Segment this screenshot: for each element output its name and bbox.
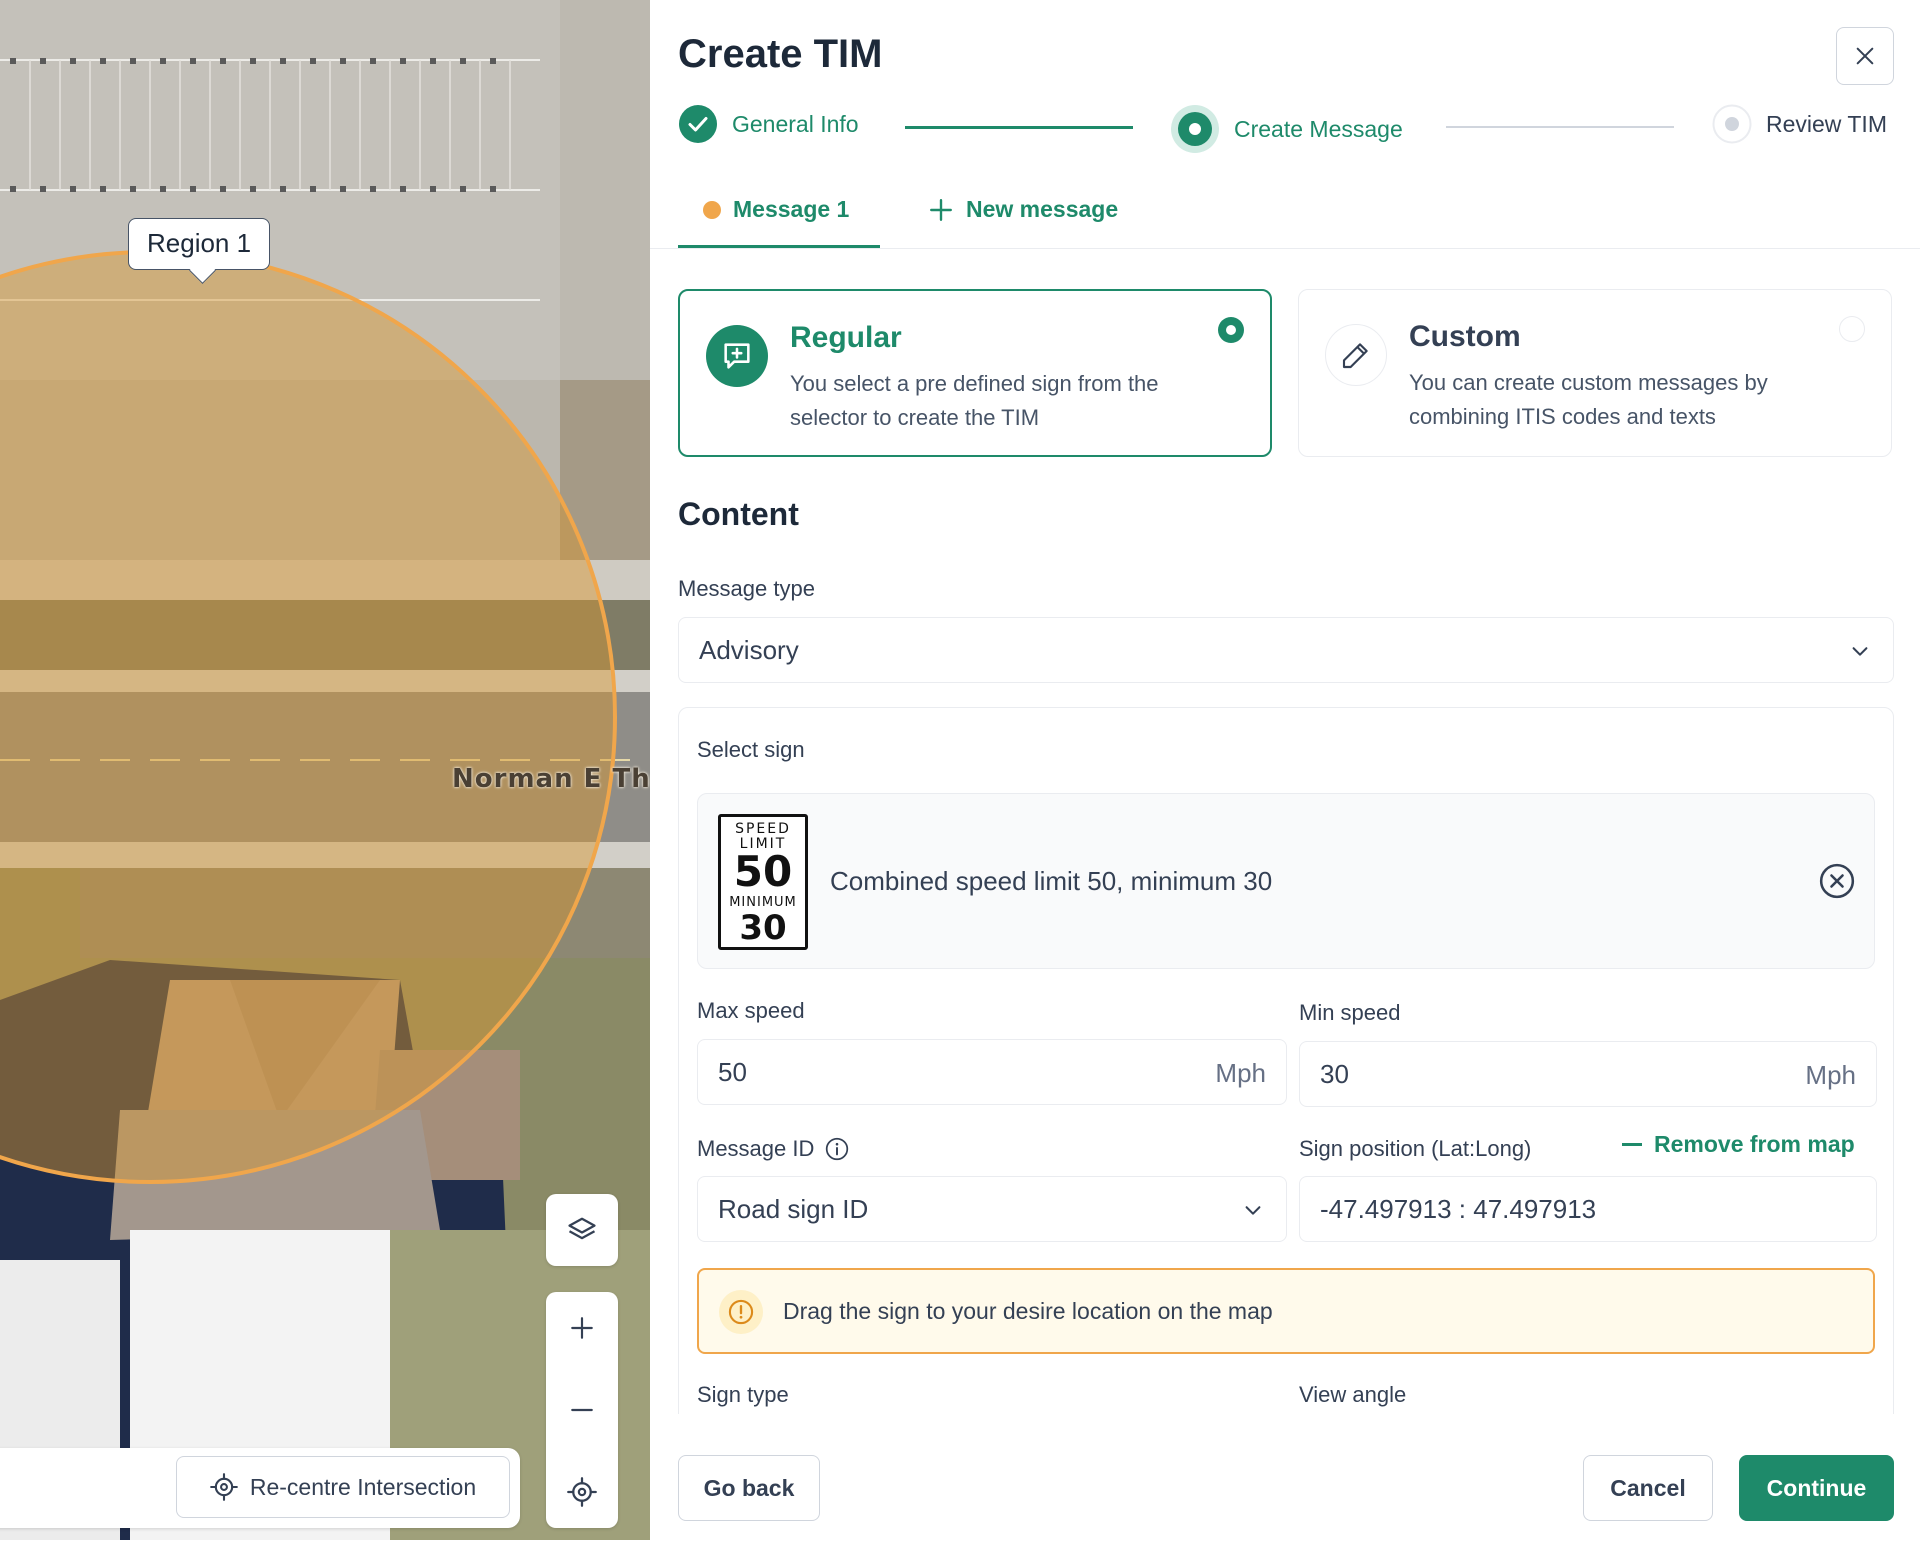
current-step-icon (1171, 105, 1219, 153)
panel-footer (650, 1414, 1920, 1561)
zoom-controls (546, 1292, 618, 1528)
street-label: Norman E Tha (452, 764, 650, 794)
speed-limit-sign-image: SPEED LIMIT 50 MINIMUM 30 (718, 814, 808, 950)
recentre-label: Re-centre Intersection (249, 1473, 477, 1500)
step-label: General Info (732, 110, 859, 137)
min-speed-input[interactable]: 30 Mph (1299, 1041, 1877, 1107)
layers-button[interactable] (546, 1194, 618, 1266)
tab-new-message[interactable]: New message (928, 196, 1118, 223)
upcoming-step-icon (1712, 104, 1752, 144)
clear-circle-icon[interactable] (1818, 862, 1856, 900)
max-speed-input[interactable]: 50 Mph (697, 1039, 1287, 1105)
active-tab-indicator (678, 245, 880, 248)
info-icon[interactable] (824, 1136, 850, 1162)
message-kind-custom-card[interactable]: Custom You can create custom messages by… (1298, 289, 1892, 457)
radio-unselected[interactable] (1839, 316, 1865, 342)
close-icon (1856, 47, 1874, 65)
card-description: You select a pre defined sign from the s… (790, 371, 1159, 430)
sign-text-speed: SPEED (735, 821, 791, 837)
message-id-select[interactable]: Road sign ID (697, 1176, 1287, 1242)
plus-icon (571, 1317, 593, 1339)
step-review-tim[interactable]: Review TIM (1712, 104, 1887, 144)
input-value: -47.497913 : 47.497913 (1320, 1193, 1597, 1224)
layers-icon (568, 1217, 596, 1240)
cancel-button[interactable]: Cancel (1583, 1455, 1713, 1521)
select-sign-label: Select sign (697, 737, 805, 762)
message-type-select[interactable]: Advisory (678, 617, 1894, 683)
check-circle-icon (679, 105, 717, 143)
step-general-info[interactable]: General Info (678, 104, 859, 144)
drag-sign-alert: Drag the sign to your desire location on… (697, 1268, 1875, 1354)
create-tim-panel: Create TIM General Info Create Message R… (650, 0, 1920, 1561)
alert-icon-wrap (719, 1290, 763, 1334)
sign-type-label: Sign type (697, 1382, 789, 1407)
minus-icon (571, 1408, 593, 1412)
input-value: 30 (1320, 1058, 1349, 1089)
recentre-intersection-button[interactable]: Re-centre Intersection (176, 1456, 510, 1518)
unit-suffix: Mph (1805, 1060, 1856, 1090)
step-create-message[interactable]: Create Message (1170, 104, 1403, 154)
chevron-down-icon (1245, 1206, 1261, 1215)
sign-text-max: 50 (733, 847, 793, 896)
go-back-button[interactable]: Go back (678, 1455, 820, 1521)
message-type-label: Message type (678, 576, 815, 601)
page-title: Create TIM (678, 32, 883, 76)
remove-label: Remove from map (1654, 1131, 1855, 1157)
step-connector (1446, 126, 1674, 128)
view-angle-label: View angle (1299, 1382, 1407, 1407)
step-label: Review TIM (1766, 110, 1887, 137)
unit-suffix: Mph (1215, 1058, 1266, 1088)
card-icon-wrap (1325, 324, 1387, 386)
message-plus-icon (724, 343, 750, 369)
zoom-in-button[interactable] (546, 1292, 618, 1364)
step-connector (905, 126, 1133, 129)
plus-icon (930, 198, 952, 221)
warning-circle-icon (728, 1299, 754, 1325)
pencil-icon (1342, 343, 1368, 369)
map-view[interactable]: Region 1 Norman E Tha Re-centre Intersec… (0, 0, 650, 1561)
radio-selected[interactable] (1218, 317, 1244, 343)
message-kind-regular-card[interactable]: Regular You select a pre defined sign fr… (678, 289, 1272, 457)
sign-position-label: Sign position (Lat:Long) (1299, 1136, 1532, 1161)
select-value: Road sign ID (718, 1193, 869, 1224)
card-icon-wrap (706, 325, 768, 387)
max-speed-label: Max speed (697, 998, 805, 1023)
tab-label: New message (966, 196, 1119, 222)
message-id-label: Message ID (697, 1136, 815, 1161)
card-title: Custom (1409, 320, 1521, 353)
step-label: Create Message (1234, 115, 1403, 142)
region-label[interactable]: Region 1 (128, 218, 271, 270)
content-heading: Content (678, 496, 799, 532)
locate-button[interactable] (546, 1456, 618, 1528)
sign-text-min: 30 (739, 908, 787, 948)
remove-from-map-link[interactable]: Remove from map (1622, 1131, 1855, 1158)
status-dot-icon (703, 200, 721, 219)
crosshair-icon (209, 1473, 238, 1501)
min-speed-label: Min speed (1299, 1000, 1401, 1025)
continue-button[interactable]: Continue (1739, 1455, 1894, 1521)
input-value: 50 (718, 1056, 747, 1087)
locate-icon (567, 1477, 597, 1507)
zoom-out-button[interactable] (546, 1374, 618, 1446)
tab-label: Message 1 (733, 196, 850, 222)
card-description: You can create custom messages by combin… (1409, 370, 1768, 429)
tab-message-1[interactable]: Message 1 (703, 196, 849, 223)
sign-position-input[interactable]: -47.497913 : 47.497913 (1299, 1176, 1877, 1242)
selected-sign[interactable]: SPEED LIMIT 50 MINIMUM 30 Combined speed… (697, 793, 1875, 969)
close-button[interactable] (1836, 27, 1894, 85)
alert-text: Drag the sign to your desire location on… (783, 1298, 1273, 1324)
select-value: Advisory (699, 634, 799, 665)
card-title: Regular (790, 321, 902, 354)
message-id-label-row: Message ID (697, 1136, 850, 1162)
selected-sign-name: Combined speed limit 50, minimum 30 (830, 866, 1273, 896)
tabs-divider (650, 248, 1920, 249)
minus-icon (1622, 1143, 1642, 1146)
chevron-down-icon (1852, 647, 1868, 656)
